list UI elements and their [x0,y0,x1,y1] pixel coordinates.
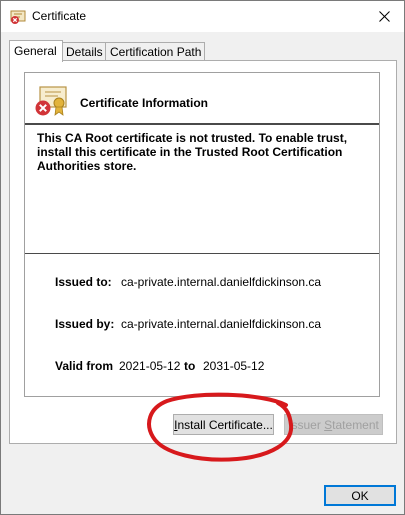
certificate-untrusted-icon [35,86,67,116]
issued-to-value: ca-private.internal.danielfdickinson.ca [121,275,322,289]
tab-general-label: General [14,44,57,58]
tab-details[interactable]: Details [61,42,109,61]
tab-general[interactable]: General [9,40,63,62]
issued-to-label: Issued to: [55,275,112,289]
issuer-statement-button[interactable]: Issuer Statement [284,414,383,435]
tab-details-label: Details [66,45,103,59]
issuer-statement-mnemonic: S [324,418,333,432]
header-divider [25,123,379,125]
install-certificate-button[interactable]: Install Certificate... [173,414,274,435]
tab-certification-path[interactable]: Certification Path [105,42,205,61]
valid-from-label: Valid from [55,359,114,373]
window-title: Certificate [32,9,87,23]
certificate-info-heading: Certificate Information [80,96,209,110]
close-icon [378,11,390,22]
valid-to-label: to [184,359,196,373]
general-tab-panel: Certificate Information This CA Root cer… [9,60,397,444]
issuer-statement-rest: tatement [332,418,379,432]
close-button[interactable] [364,1,404,32]
ok-button[interactable]: OK [324,485,396,506]
details-divider [25,253,379,254]
valid-from-value: 2021-05-12 [119,359,181,373]
install-certificate-label: nstall Certificate... [177,418,273,432]
trust-warning-text: This CA Root certificate is not trusted.… [37,131,348,173]
tab-certification-path-label: Certification Path [110,45,202,59]
certificate-error-icon [10,10,26,24]
valid-to-value: 2031-05-12 [203,359,265,373]
title-bar: Certificate [1,1,404,32]
issued-by-label: Issued by: [55,317,115,331]
ok-button-label: OK [351,489,369,503]
certificate-info-box: Certificate Information This CA Root cer… [24,72,380,397]
certificate-dialog: Certificate General Details Certificatio… [0,0,405,515]
issued-by-value: ca-private.internal.danielfdickinson.ca [121,317,322,331]
issuer-statement-middle: ssuer [291,418,325,432]
